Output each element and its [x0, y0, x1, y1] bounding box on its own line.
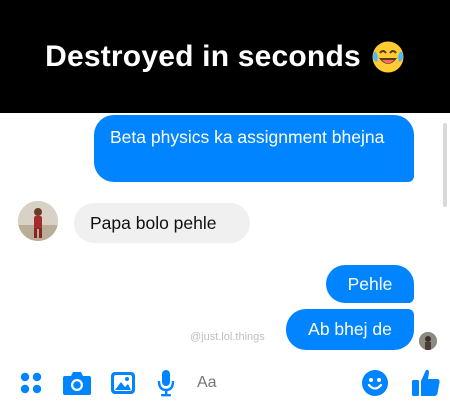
meme-caption-header: Destroyed in seconds: [0, 0, 450, 113]
camera-icon[interactable]: [61, 369, 93, 397]
scrollbar[interactable]: [443, 123, 447, 207]
thumbs-up-icon[interactable]: [410, 366, 442, 398]
contact-avatar[interactable]: [18, 201, 58, 241]
incoming-message-bubble[interactable]: Papa bolo pehle: [74, 203, 250, 243]
read-receipt-photo: [419, 332, 437, 350]
outgoing-message-bubble[interactable]: Ab bhej de: [286, 309, 414, 350]
meme-caption-title: Destroyed in seconds: [45, 39, 361, 73]
microphone-icon[interactable]: [155, 368, 177, 398]
read-receipt-avatar: [419, 332, 437, 350]
outgoing-message-bubble[interactable]: Pehle: [326, 265, 414, 303]
watermark: @just.lol.things: [190, 331, 265, 343]
more-apps-icon[interactable]: [18, 370, 44, 396]
outgoing-message-bubble[interactable]: Beta physics ka assignment bhejna: [94, 115, 414, 182]
emoji-icon[interactable]: [361, 369, 389, 397]
message-input[interactable]: [197, 374, 337, 392]
person-photo: [18, 201, 58, 241]
face-with-tears-of-joy-icon: [372, 41, 404, 72]
gallery-icon[interactable]: [109, 370, 137, 396]
